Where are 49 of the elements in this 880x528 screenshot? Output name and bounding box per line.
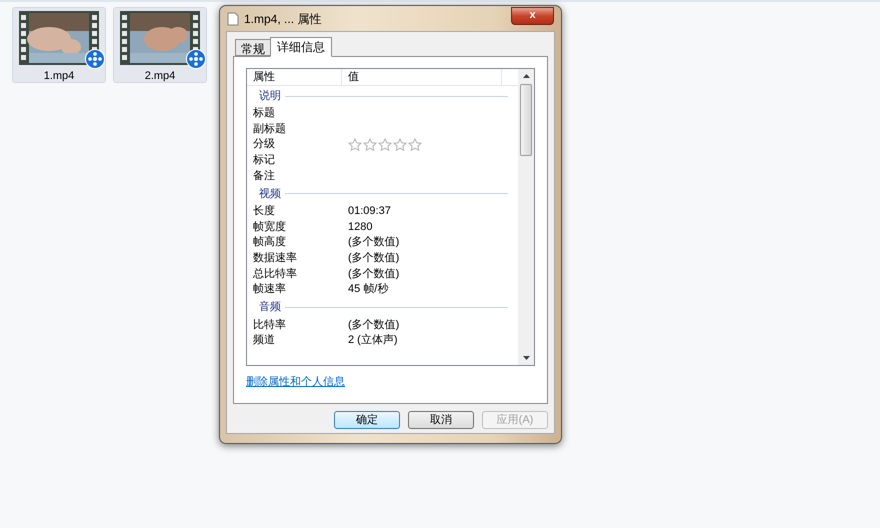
property-name: 标记 bbox=[253, 153, 276, 168]
dialog-button[interactable]: 确定 bbox=[334, 411, 400, 429]
document-icon bbox=[227, 12, 239, 26]
property-name: 备注 bbox=[253, 168, 276, 184]
file-name: 2.mp4 bbox=[144, 69, 176, 84]
property-value[interactable]: (多个数值) bbox=[348, 266, 400, 282]
property-name: 比特率 bbox=[253, 318, 287, 333]
group-header[interactable]: 视频 bbox=[259, 186, 281, 202]
property-value[interactable]: 1280 bbox=[348, 220, 372, 235]
property-name: 总比特率 bbox=[253, 266, 298, 282]
star-icon[interactable] bbox=[408, 138, 422, 152]
group-header[interactable]: 音频 bbox=[259, 299, 281, 316]
window-title: 1.mp4, ... 属性 bbox=[244, 10, 322, 28]
scrollbar[interactable] bbox=[518, 69, 534, 365]
column-header[interactable]: 值 bbox=[342, 69, 502, 85]
property-value[interactable]: (多个数值) bbox=[348, 318, 400, 333]
property-name: 帧高度 bbox=[253, 235, 287, 250]
property-name: 频道 bbox=[253, 333, 276, 348]
video-file-icon[interactable]: 1.mp4 bbox=[12, 7, 106, 83]
property-value[interactable]: 45 帧/秒 bbox=[348, 282, 388, 298]
property-value[interactable]: 2 (立体声) bbox=[348, 333, 398, 348]
star-icon[interactable] bbox=[363, 138, 377, 152]
property-name: 长度 bbox=[253, 204, 276, 220]
star-icon[interactable] bbox=[378, 138, 392, 152]
tab[interactable]: 常规 bbox=[235, 39, 270, 56]
scroll-thumb[interactable] bbox=[520, 84, 532, 156]
property-name: 帧速率 bbox=[253, 282, 287, 298]
property-value[interactable]: 01:09:37 bbox=[348, 204, 391, 220]
property-value[interactable]: (多个数值) bbox=[348, 251, 400, 266]
close-button[interactable]: x bbox=[511, 6, 554, 24]
remove-properties-link[interactable]: 删除属性和个人信息 bbox=[246, 374, 535, 390]
property-name: 标题 bbox=[253, 106, 276, 122]
group-header[interactable]: 说明 bbox=[259, 88, 281, 104]
film-reel-icon bbox=[85, 49, 105, 69]
star-icon[interactable] bbox=[393, 138, 407, 152]
dialog-button[interactable]: 取消 bbox=[408, 411, 474, 429]
property-value[interactable]: (多个数值) bbox=[348, 235, 400, 250]
column-header[interactable]: 属性 bbox=[247, 69, 342, 85]
property-name: 分级 bbox=[253, 137, 276, 152]
star-icon[interactable] bbox=[348, 138, 362, 152]
file-name: 1.mp4 bbox=[44, 69, 74, 84]
scroll-down-icon[interactable] bbox=[522, 356, 530, 360]
video-file-icon[interactable]: 2.mp4 bbox=[113, 7, 207, 83]
property-name: 帧宽度 bbox=[253, 220, 287, 235]
scroll-up-icon[interactable] bbox=[522, 74, 530, 78]
property-name: 数据速率 bbox=[253, 251, 298, 266]
property-name: 副标题 bbox=[253, 122, 287, 137]
film-reel-icon bbox=[186, 49, 206, 69]
tab[interactable]: 详细信息 bbox=[270, 37, 332, 57]
